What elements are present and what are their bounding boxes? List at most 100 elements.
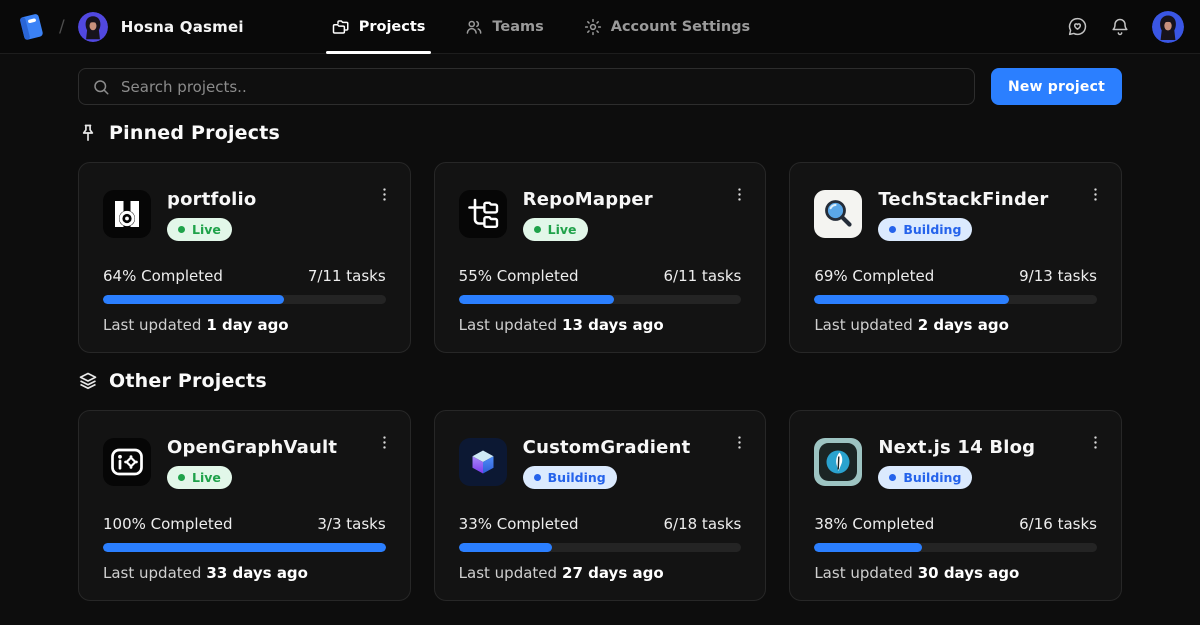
nextjsblog-logo [814, 438, 862, 486]
status-dot [889, 474, 896, 481]
progress-fill [814, 295, 1009, 304]
progress-bar [103, 543, 386, 552]
last-updated: Last updated27 days ago [459, 564, 742, 582]
progress-fill [459, 543, 552, 552]
user-avatar[interactable] [1152, 11, 1184, 43]
tasks-label: 6/18 tasks [663, 515, 741, 533]
progress-bar [103, 295, 386, 304]
card-menu-kebab-icon[interactable] [372, 182, 397, 207]
updated-value: 1 day ago [206, 316, 288, 334]
card-menu-kebab-icon[interactable] [372, 430, 397, 455]
status-dot [534, 474, 541, 481]
new-project-button[interactable]: New project [991, 68, 1122, 105]
search-icon [92, 78, 110, 96]
tasks-label: 7/11 tasks [308, 267, 386, 285]
progress-fill [103, 295, 284, 304]
top-navbar: / Hosna Qasmei Projects Teams Account Sett… [0, 0, 1200, 54]
stats-row: 33% Completed6/18 tasks [459, 515, 742, 533]
project-name: RepoMapper [523, 190, 653, 211]
last-updated: Last updated2 days ago [814, 316, 1097, 334]
search-box[interactable] [78, 68, 975, 105]
navbar-right [1067, 11, 1184, 43]
tab-account-settings[interactable]: Account Settings [584, 0, 750, 54]
last-updated: Last updated 13 days ago [459, 316, 742, 334]
card-menu-kebab-icon[interactable] [727, 182, 752, 207]
status-badge: Live [167, 218, 232, 241]
gear-icon [584, 18, 602, 36]
project-card[interactable]: Next.js 14 Blog Building 38% Completed 6/16… [789, 410, 1122, 601]
card-header: portfolio Live [103, 190, 386, 241]
tasks-label: 9/13 tasks [1019, 267, 1097, 285]
project-card[interactable]: OpenGraphVaultLive100% Completed3/3 task… [78, 410, 411, 601]
project-name: CustomGradient [523, 438, 691, 459]
toolbar: New project [78, 68, 1122, 105]
users-icon [465, 18, 483, 36]
stats-row: 38% Completed 6/16 tasks [814, 515, 1097, 533]
card-header: RepoMapper Live [459, 190, 742, 241]
project-name: Next.js 14 Blog [878, 438, 1035, 459]
main-content: New project Pinned Projects portfolio Live… [0, 54, 1200, 601]
stats-row: 64% Completed 7/11 tasks [103, 267, 386, 285]
tab-teams[interactable]: Teams [465, 0, 543, 54]
status-badge: Building [878, 218, 972, 241]
tasks-label: 6/16 tasks [1019, 515, 1097, 533]
last-updated: Last updated33 days ago [103, 564, 386, 582]
repomapper-logo [459, 190, 507, 238]
user-name: Hosna Qasmei [121, 18, 244, 36]
tab-label: Projects [359, 19, 426, 35]
folder-copy-icon [332, 18, 350, 36]
pin-icon [78, 123, 98, 143]
app-logo-book-icon[interactable] [16, 12, 46, 42]
progress-bar [459, 543, 742, 552]
section-title: Pinned Projects [109, 122, 280, 144]
bell-icon[interactable] [1110, 17, 1130, 37]
card-menu-kebab-icon[interactable] [727, 430, 752, 455]
tab-label: Teams [492, 19, 543, 35]
status-label: Building [903, 222, 961, 237]
tab-projects[interactable]: Projects [332, 0, 426, 54]
project-card[interactable]: CustomGradient Building 33% Completed6/18 … [434, 410, 767, 601]
project-card[interactable]: portfolio Live 64% Completed 7/11 tasks Last… [78, 162, 411, 353]
updated-prefix: Last updated [103, 564, 201, 582]
card-menu-kebab-icon[interactable] [1083, 182, 1108, 207]
user-avatar-small[interactable] [78, 12, 108, 42]
section-title: Other Projects [109, 370, 267, 392]
status-dot [178, 226, 185, 233]
updated-prefix: Last updated [814, 316, 912, 334]
completed-label: 64% Completed [103, 267, 223, 285]
last-updated: Last updated1 day ago [103, 316, 386, 334]
progress-bar [814, 295, 1097, 304]
chat-heart-icon[interactable] [1067, 16, 1088, 37]
card-menu-kebab-icon[interactable] [1083, 430, 1108, 455]
tasks-label: 6/11 tasks [663, 267, 741, 285]
project-card[interactable]: RepoMapper Live 55% Completed 6/11 tasks Las… [434, 162, 767, 353]
last-updated: Last updated 30 days ago [814, 564, 1097, 582]
card-header: Next.js 14 Blog Building [814, 438, 1097, 489]
completed-label: 55% Completed [459, 267, 579, 285]
updated-prefix: Last updated [814, 564, 912, 582]
updated-prefix: Last updated [459, 316, 557, 334]
project-name: OpenGraphVault [167, 438, 337, 459]
updated-prefix: Last updated [459, 564, 557, 582]
card-header: OpenGraphVaultLive [103, 438, 386, 489]
section-heading-other: Other Projects [78, 370, 1122, 392]
project-card[interactable]: TechStackFinderBuilding69% Completed9/13… [789, 162, 1122, 353]
customgradient-logo [459, 438, 507, 486]
status-badge: Building [878, 466, 972, 489]
status-badge: Live [523, 218, 588, 241]
status-badge: Building [523, 466, 617, 489]
techstackfinder-logo [814, 190, 862, 238]
stats-row: 55% Completed 6/11 tasks [459, 267, 742, 285]
updated-value: 13 days ago [562, 316, 664, 334]
status-dot [534, 226, 541, 233]
layers-icon [78, 371, 98, 391]
status-label: Live [192, 222, 221, 237]
progress-bar [459, 295, 742, 304]
completed-label: 100% Completed [103, 515, 232, 533]
card-header: CustomGradient Building [459, 438, 742, 489]
project-name: portfolio [167, 190, 256, 211]
search-input[interactable] [121, 78, 961, 96]
completed-label: 38% Completed [814, 515, 934, 533]
updated-value: 30 days ago [918, 564, 1020, 582]
breadcrumb-separator: / [59, 17, 65, 37]
